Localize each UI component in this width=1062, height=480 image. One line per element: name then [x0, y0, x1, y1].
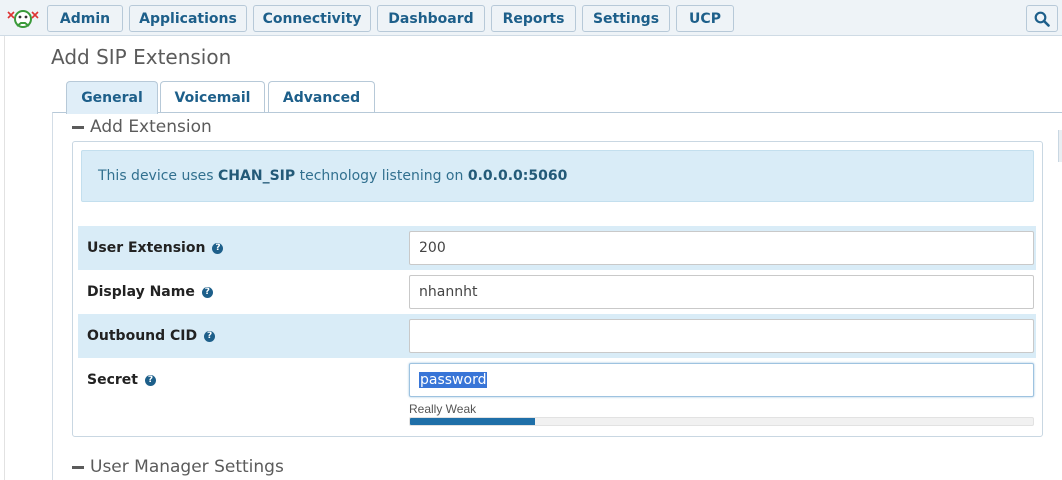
collapse-icon	[72, 465, 84, 469]
section-title: User Manager Settings	[90, 457, 284, 477]
password-strength-bar	[409, 417, 1034, 426]
nav-admin[interactable]: Admin	[47, 5, 123, 32]
section-title: Add Extension	[90, 117, 212, 137]
alert-middle: technology listening on	[295, 168, 468, 184]
field-label: Display Name	[87, 284, 195, 300]
password-strength-fill	[410, 418, 535, 425]
info-alert: This device uses CHAN_SIP technology lis…	[81, 150, 1034, 202]
nav-dashboard[interactable]: Dashboard	[377, 5, 485, 32]
help-icon[interactable]: ?	[212, 242, 224, 254]
collapse-icon	[72, 125, 84, 129]
display-name-input[interactable]: nhannht	[409, 275, 1034, 309]
tab-advanced[interactable]: Advanced	[268, 81, 375, 113]
nav-connectivity[interactable]: Connectivity	[253, 5, 371, 32]
field-label-wrapper: Display Name ?	[87, 270, 213, 314]
secret-input[interactable]: password	[409, 363, 1034, 397]
alert-address: 0.0.0.0:5060	[467, 168, 568, 184]
page-title: Add SIP Extension	[51, 45, 232, 69]
field-label: Secret	[87, 372, 138, 388]
field-label-wrapper: User Extension ?	[87, 226, 224, 270]
freepbx-logo-icon[interactable]	[4, 6, 42, 30]
left-border	[4, 36, 5, 480]
help-icon[interactable]: ?	[201, 286, 213, 298]
alert-prefix: This device uses	[98, 168, 219, 184]
search-icon	[1034, 11, 1050, 27]
password-strength-label: Really Weak	[409, 402, 477, 416]
nav-applications[interactable]: Applications	[129, 5, 247, 32]
field-label: User Extension	[87, 240, 206, 256]
field-label-wrapper: Secret ?	[87, 358, 156, 402]
outbound-cid-input[interactable]	[409, 319, 1034, 353]
nav-settings[interactable]: Settings	[582, 5, 670, 32]
help-icon[interactable]: ?	[144, 374, 156, 386]
secret-value: password	[419, 372, 488, 388]
nav-ucp[interactable]: UCP	[676, 5, 734, 32]
help-icon[interactable]: ?	[204, 330, 216, 342]
side-scroll-handle[interactable]	[1058, 130, 1062, 162]
top-nav-bar: Admin Applications Connectivity Dashboar…	[0, 0, 1062, 36]
field-label-wrapper: Outbound CID ?	[87, 314, 216, 358]
nav-reports[interactable]: Reports	[491, 5, 576, 32]
tab-voicemail[interactable]: Voicemail	[160, 81, 265, 113]
alert-tech: CHAN_SIP	[218, 168, 296, 184]
section-user-manager[interactable]: User Manager Settings	[72, 457, 284, 477]
user-extension-input[interactable]: 200	[409, 231, 1034, 265]
tab-general[interactable]: General	[66, 81, 158, 114]
field-label: Outbound CID	[87, 328, 198, 344]
search-button[interactable]	[1026, 5, 1058, 32]
section-add-extension[interactable]: Add Extension	[72, 117, 212, 137]
